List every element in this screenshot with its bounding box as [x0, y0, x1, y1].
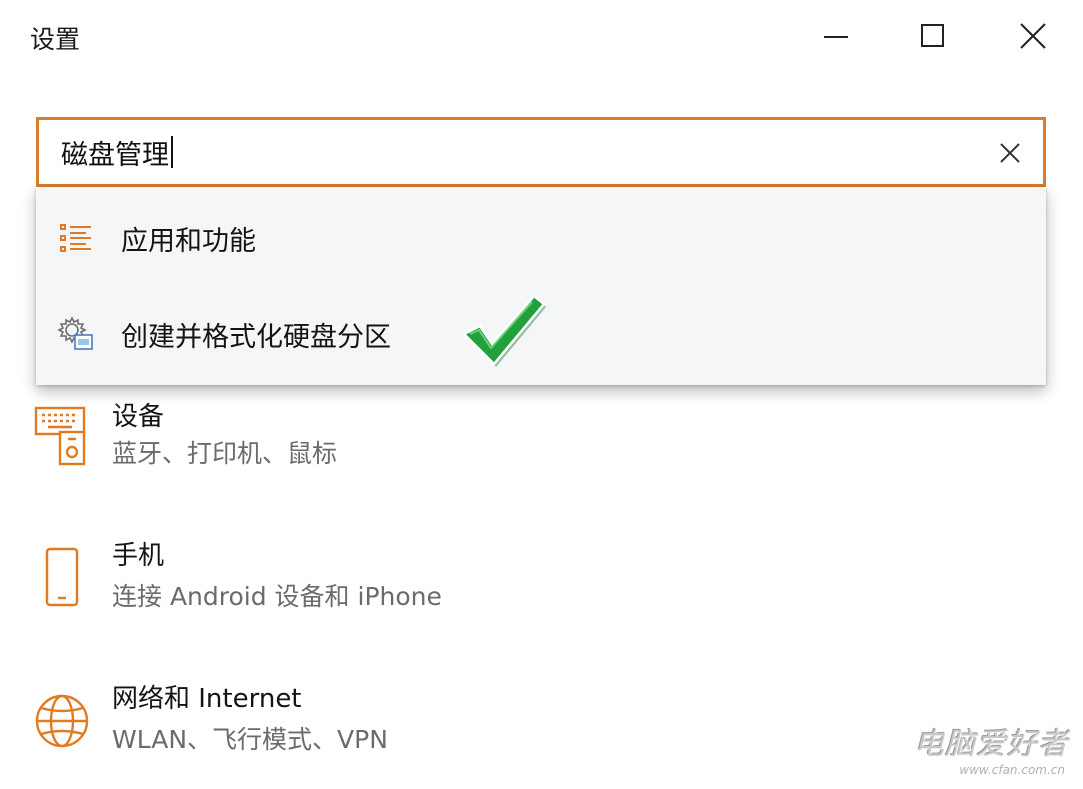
- category-phone[interactable]: 手机 连接 Android 设备和 iPhone: [30, 535, 730, 635]
- category-title: 网络和 Internet: [112, 684, 302, 714]
- disk-management-icon: [56, 314, 96, 354]
- window-title: 设置: [30, 25, 81, 54]
- category-subtitle: 蓝牙、打印机、鼠标: [112, 439, 338, 468]
- suggestion-label: 创建并格式化硬盘分区: [121, 321, 391, 353]
- watermark-logo-text: 电脑爱好者: [914, 727, 1069, 762]
- search-box[interactable]: 磁盘管理: [36, 117, 1046, 187]
- minimize-button[interactable]: [806, 10, 866, 62]
- category-title: 设备: [112, 402, 165, 432]
- search-input[interactable]: 磁盘管理: [61, 130, 961, 174]
- devices-icon: [30, 400, 94, 470]
- category-devices[interactable]: 设备 蓝牙、打印机、鼠标: [30, 392, 730, 492]
- close-icon: [1020, 23, 1046, 49]
- category-title: 手机: [112, 541, 165, 571]
- suggestion-label: 应用和功能: [121, 225, 256, 257]
- minimize-icon: [824, 36, 848, 38]
- category-network-internet[interactable]: 网络和 Internet WLAN、飞行模式、VPN: [30, 678, 730, 778]
- category-subtitle: WLAN、飞行模式、VPN: [112, 725, 388, 754]
- text-caret: [171, 136, 173, 168]
- maximize-button[interactable]: [903, 10, 963, 62]
- watermark-url: www.cfan.com.cn: [959, 763, 1065, 777]
- phone-icon: [30, 543, 94, 613]
- close-button[interactable]: [1003, 10, 1063, 62]
- suggestion-apps-and-features[interactable]: 应用和功能: [36, 190, 1046, 286]
- maximize-icon: [921, 24, 944, 47]
- category-subtitle: 连接 Android 设备和 iPhone: [112, 582, 442, 611]
- clear-icon: [1000, 143, 1020, 163]
- apps-list-icon: [56, 218, 96, 258]
- green-checkmark-icon: [461, 294, 546, 367]
- search-clear-button[interactable]: [991, 134, 1029, 172]
- search-input-text: 磁盘管理: [61, 139, 169, 171]
- globe-icon: [30, 686, 94, 756]
- watermark: 电脑爱好者 www.cfan.com.cn: [889, 719, 1069, 779]
